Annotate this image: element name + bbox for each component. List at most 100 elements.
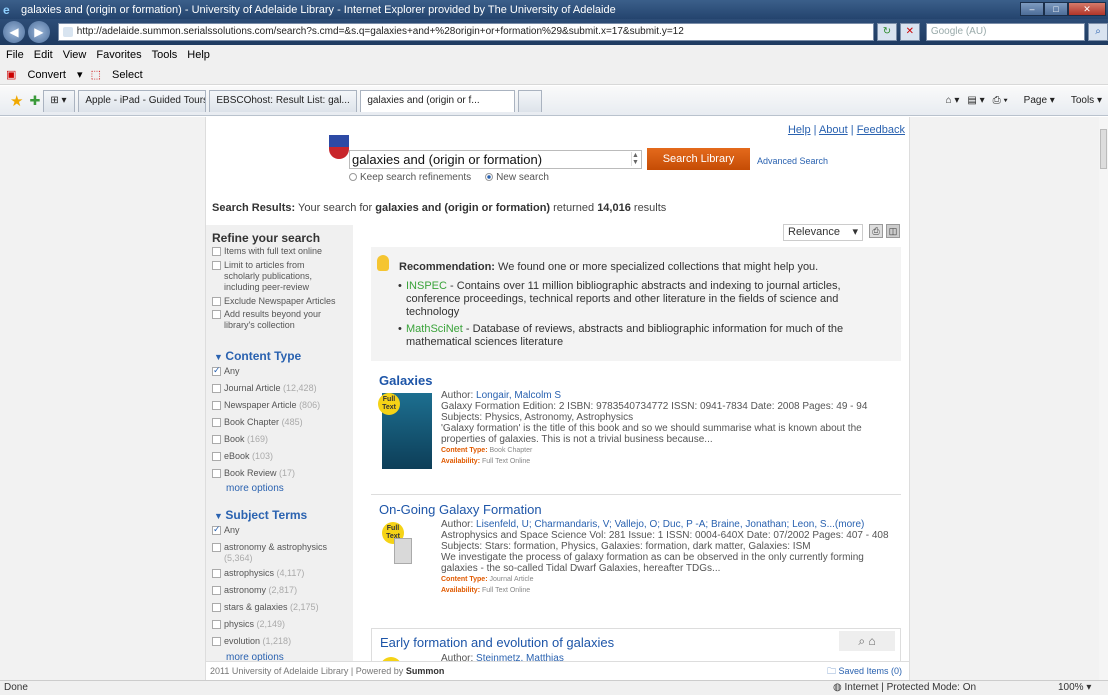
content-type-newspaper-article[interactable]: Newspaper Article (806) bbox=[212, 400, 320, 411]
tab-ebscohost[interactable]: EBSCOhost: Result List: gal... bbox=[209, 89, 358, 112]
result-title[interactable]: On-Going Galaxy Formation bbox=[379, 502, 542, 517]
status-text: Done bbox=[4, 682, 28, 693]
minimize-button[interactable]: – bbox=[1020, 2, 1044, 16]
result-title[interactable]: Galaxies bbox=[379, 373, 433, 388]
tools-menu[interactable]: Tools ▾ bbox=[1063, 95, 1102, 106]
pdf-icon: ▣ bbox=[6, 69, 17, 81]
subject-evolution[interactable]: evolution (1,218) bbox=[212, 636, 291, 647]
zoom-level[interactable]: 100% ▾ bbox=[1058, 681, 1091, 695]
result-item: On-Going Galaxy Formation Full Text Auth… bbox=[376, 502, 901, 617]
stop-button[interactable]: ✕ bbox=[899, 23, 920, 41]
summon-page: Help | About | Feedback galaxies and (or… bbox=[205, 117, 910, 680]
quick-tabs-button[interactable]: ⊞ ▾ bbox=[43, 89, 76, 112]
filter-scholarly[interactable]: Limit to articles from scholarly publica… bbox=[212, 260, 327, 293]
availability-link[interactable]: Full Text Online bbox=[482, 458, 530, 465]
search-history-toggle[interactable]: ▲ ▼ bbox=[631, 152, 639, 166]
full-text-badge-icon: Full Text bbox=[378, 393, 400, 415]
availability-link[interactable]: Full Text Online bbox=[482, 587, 530, 594]
forward-button[interactable]: ▶ bbox=[27, 21, 50, 43]
home-icon[interactable]: ⌂ ▾ bbox=[946, 95, 960, 106]
result-item: Galaxies Full Text Author: Longair, Malc… bbox=[376, 373, 901, 493]
search-mode-options: Keep search refinements New search bbox=[349, 172, 549, 183]
subject-any[interactable]: Any bbox=[212, 524, 240, 536]
menu-favorites[interactable]: Favorites bbox=[96, 49, 141, 61]
sort-select[interactable]: Relevance bbox=[783, 224, 863, 241]
maximize-button[interactable]: □ bbox=[1044, 2, 1068, 16]
menu-tools[interactable]: Tools bbox=[152, 49, 178, 61]
filter-full-text[interactable]: Items with full text online bbox=[212, 246, 342, 257]
subject-astrophysics[interactable]: astrophysics (4,117) bbox=[212, 568, 304, 579]
browser-viewport: Help | About | Feedback galaxies and (or… bbox=[0, 117, 1108, 680]
new-tab-button[interactable] bbox=[518, 89, 543, 112]
university-crest-logo bbox=[329, 135, 349, 159]
keep-refinements-radio[interactable]: Keep search refinements bbox=[349, 172, 471, 183]
vertical-scrollbar[interactable] bbox=[1099, 117, 1108, 680]
recommendation-inspec: INSPEC - Contains over 11 million biblio… bbox=[398, 280, 886, 319]
tab-galaxies-search[interactable]: galaxies and (origin or f... bbox=[360, 89, 516, 112]
globe-icon: ◍ bbox=[833, 682, 842, 693]
add-favorites-icon[interactable]: ✚ bbox=[29, 93, 40, 109]
top-links: Help | About | Feedback bbox=[787, 124, 905, 136]
feeds-icon[interactable]: ▤ ▾ bbox=[967, 95, 984, 106]
new-search-radio[interactable]: New search bbox=[485, 172, 549, 183]
menu-file[interactable]: File bbox=[6, 49, 24, 61]
content-type-journal-article[interactable]: Journal Article (12,428) bbox=[212, 383, 317, 394]
window-titlebar: e galaxies and (origin or formation) - U… bbox=[0, 0, 1108, 19]
menu-view[interactable]: View bbox=[63, 49, 87, 61]
saved-items-link[interactable]: 🗀 Saved Items (0) bbox=[827, 662, 902, 680]
url-field[interactable]: http://adelaide.summon.serialssolutions.… bbox=[57, 23, 874, 41]
content-type-facet-title[interactable]: Content Type bbox=[214, 349, 301, 363]
help-link[interactable]: Help bbox=[788, 124, 811, 136]
web-search-input[interactable]: Google (AU) bbox=[925, 23, 1086, 41]
filter-exclude-newspaper[interactable]: Exclude Newspaper Articles bbox=[212, 296, 352, 307]
content-type-any[interactable]: Any bbox=[212, 365, 240, 377]
status-bar: Done ◍ Internet | Protected Mode: On 100… bbox=[0, 680, 1108, 695]
select-button[interactable]: ⬚ Select bbox=[91, 68, 151, 81]
about-link[interactable]: About bbox=[819, 124, 848, 136]
security-zone[interactable]: ◍ Internet | Protected Mode: On bbox=[833, 681, 976, 695]
scrollbar-thumb[interactable] bbox=[1100, 129, 1107, 169]
back-button[interactable]: ◀ bbox=[3, 21, 25, 43]
search-library-button[interactable]: Search Library bbox=[647, 148, 750, 170]
result-title[interactable]: Early formation and evolution of galaxie… bbox=[380, 635, 614, 650]
author-link[interactable]: Lisenfeld, U; Charmandaris, V; Vallejo, … bbox=[476, 519, 864, 530]
advanced-search-link[interactable]: Advanced Search bbox=[757, 156, 828, 166]
subject-astronomy-astrophysics[interactable]: astronomy & astrophysics (5,364) bbox=[212, 542, 332, 564]
menu-edit[interactable]: Edit bbox=[34, 49, 53, 61]
search-input[interactable]: galaxies and (origin or formation) ▲ ▼ bbox=[349, 150, 642, 169]
menu-help[interactable]: Help bbox=[187, 49, 210, 61]
address-bar: ◀ ▶ http://adelaide.summon.serialssoluti… bbox=[0, 19, 1108, 45]
feedback-link[interactable]: Feedback bbox=[857, 124, 905, 136]
inspec-link[interactable]: INSPEC bbox=[406, 280, 447, 292]
filter-beyond-collection[interactable]: Add results beyond your library's collec… bbox=[212, 309, 322, 331]
summon-logo[interactable]: Summon bbox=[406, 666, 445, 676]
content-type-book[interactable]: Book (169) bbox=[212, 434, 268, 445]
document-icon[interactable] bbox=[394, 538, 412, 564]
refine-title: Refine your search bbox=[212, 231, 321, 245]
author-link[interactable]: Longair, Malcolm S bbox=[476, 390, 561, 401]
favorites-star-icon[interactable]: ★ bbox=[10, 92, 23, 110]
close-button[interactable]: ✕ bbox=[1068, 2, 1106, 16]
convert-button[interactable]: ▣ Convert ▾ bbox=[6, 68, 83, 81]
web-search-icon[interactable]: ⌕ bbox=[1088, 23, 1108, 41]
subject-astronomy[interactable]: astronomy (2,817) bbox=[212, 585, 297, 596]
recommendation-mathscinet: MathSciNet - Database of reviews, abstra… bbox=[398, 323, 886, 349]
preview-zoom-icon[interactable]: ⌕ ⌂ bbox=[839, 631, 895, 651]
window-title: galaxies and (origin or formation) - Uni… bbox=[21, 3, 616, 16]
page-menu[interactable]: Page ▾ bbox=[1016, 95, 1055, 106]
content-type-book-chapter[interactable]: Book Chapter (485) bbox=[212, 417, 303, 428]
content-type-more-options[interactable]: more options bbox=[226, 483, 284, 494]
content-type-ebook[interactable]: eBook (103) bbox=[212, 451, 273, 462]
subject-physics[interactable]: physics (2,149) bbox=[212, 619, 285, 630]
subject-stars-galaxies[interactable]: stars & galaxies (2,175) bbox=[212, 602, 319, 613]
print-results-icon[interactable]: ⎙ bbox=[869, 224, 883, 238]
subject-terms-facet-title[interactable]: Subject Terms bbox=[214, 508, 307, 522]
tab-apple-ipad[interactable]: Apple - iPad - Guided Tours bbox=[78, 89, 207, 112]
refresh-button[interactable]: ↻ bbox=[876, 23, 897, 41]
content-type-book-review[interactable]: Book Review (17) bbox=[212, 468, 295, 479]
lightbulb-icon bbox=[377, 255, 389, 271]
print-icon[interactable]: ⎙ ▾ bbox=[993, 95, 1008, 106]
recommendation-text: Recommendation: We found one or more spe… bbox=[399, 261, 819, 273]
mathscinet-link[interactable]: MathSciNet bbox=[406, 323, 463, 335]
rss-feed-icon[interactable]: ◫ bbox=[886, 224, 900, 238]
